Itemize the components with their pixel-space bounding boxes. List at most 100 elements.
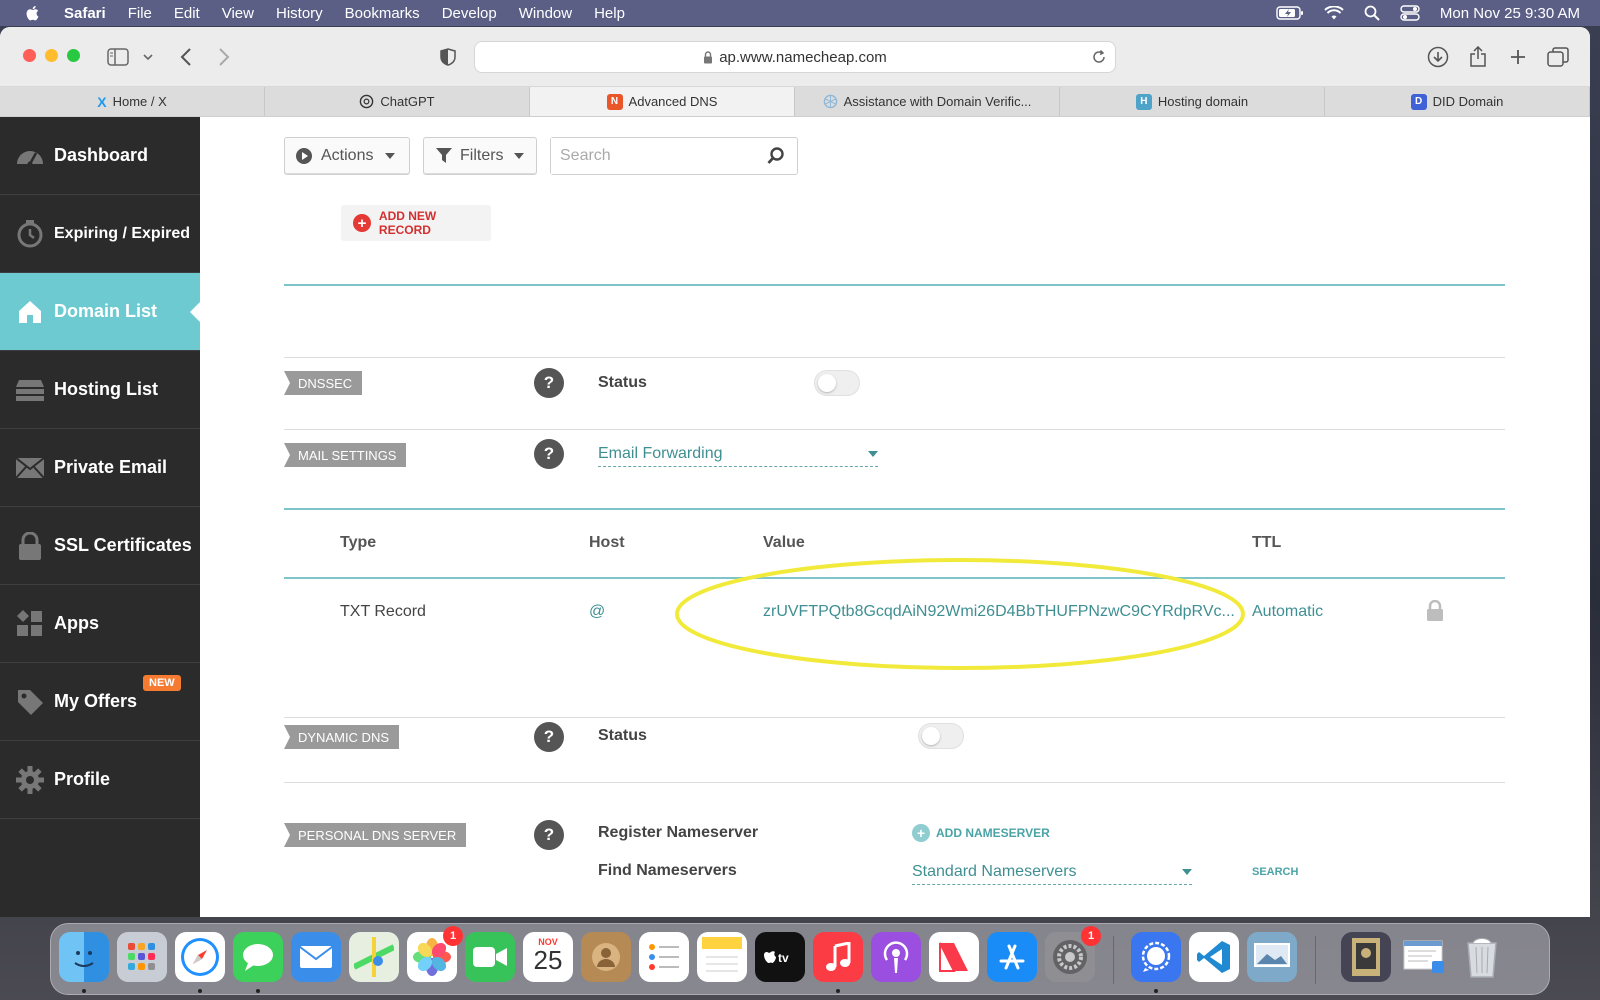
dnssec-help-icon[interactable]: ? — [534, 368, 564, 398]
system-settings-icon[interactable]: 1 — [1045, 926, 1101, 982]
menubar-clock[interactable]: Mon Nov 25 9:30 AM — [1440, 5, 1580, 22]
downloads-stack-icon[interactable] — [1341, 932, 1391, 982]
vscode-icon[interactable] — [1189, 932, 1239, 982]
safari-icon[interactable] — [175, 932, 225, 982]
window-controls — [23, 49, 80, 62]
record-host[interactable]: @ — [589, 603, 605, 621]
forward-icon[interactable] — [210, 43, 238, 71]
contacts-icon[interactable] — [581, 932, 631, 982]
messages-icon[interactable] — [233, 932, 283, 982]
menu-edit[interactable]: Edit — [174, 5, 200, 22]
tab-hosting-domain[interactable]: H Hosting domain — [1060, 87, 1325, 116]
dnssec-section-label[interactable]: DNSSEC — [284, 371, 363, 395]
privacy-shield-icon[interactable] — [434, 43, 462, 71]
search-icon[interactable] — [767, 147, 785, 165]
launchpad-icon[interactable] — [117, 932, 167, 982]
actions-dropdown[interactable]: Actions — [284, 137, 410, 175]
new-tab-icon[interactable] — [1504, 43, 1532, 71]
mail-settings-select[interactable]: Email Forwarding — [598, 441, 878, 467]
news-icon[interactable] — [929, 932, 979, 982]
menu-view[interactable]: View — [222, 5, 254, 22]
signal-icon[interactable] — [1131, 932, 1181, 982]
safari-window: ap.www.namecheap.com X Home / X ChatGPT … — [0, 27, 1590, 917]
divider — [284, 357, 1505, 358]
dynamic-dns-toggle[interactable] — [918, 723, 964, 749]
mail-settings-help-icon[interactable]: ? — [534, 439, 564, 469]
notes-icon[interactable] — [697, 932, 747, 982]
mail-icon[interactable] — [291, 932, 341, 982]
filters-dropdown[interactable]: Filters — [423, 137, 537, 175]
section-label-text: DYNAMIC DNS — [298, 729, 390, 745]
back-icon[interactable] — [172, 43, 200, 71]
tab-advanced-dns[interactable]: N Advanced DNS — [530, 87, 795, 116]
trash-icon[interactable] — [1457, 932, 1507, 982]
battery-icon[interactable] — [1276, 6, 1304, 20]
tab-home-x[interactable]: X Home / X — [0, 87, 265, 116]
dnssec-toggle[interactable] — [814, 370, 860, 396]
facetime-icon[interactable] — [465, 932, 515, 982]
tab-label: Home / X — [112, 94, 167, 109]
dock-separator — [1315, 936, 1316, 984]
record-ttl[interactable]: Automatic — [1252, 603, 1323, 621]
minimize-window-button[interactable] — [45, 49, 58, 62]
podcasts-icon[interactable] — [871, 932, 921, 982]
tab-did-domain[interactable]: D DID Domain — [1325, 87, 1590, 116]
namecheap-icon: N — [606, 93, 623, 110]
register-nameserver-label: Register Nameserver — [598, 824, 759, 841]
personal-dns-help-icon[interactable]: ? — [534, 820, 564, 850]
running-indicator — [1154, 989, 1158, 993]
add-nameserver-button[interactable]: + ADD NAMESERVER — [912, 824, 1050, 842]
menu-window[interactable]: Window — [519, 5, 572, 22]
find-nameservers-select[interactable]: Standard Nameservers — [912, 859, 1192, 885]
plus-circle-icon: + — [353, 214, 371, 232]
control-center-icon[interactable] — [1400, 5, 1420, 21]
zoom-window-button[interactable] — [67, 49, 80, 62]
menu-help[interactable]: Help — [594, 5, 625, 22]
menu-develop[interactable]: Develop — [442, 5, 497, 22]
apple-tv-icon[interactable]: tv — [755, 932, 805, 982]
reminders-icon[interactable] — [639, 932, 689, 982]
preview-icon[interactable] — [1247, 932, 1297, 982]
wifi-icon[interactable] — [1324, 5, 1344, 21]
column-header-ttl: TTL — [1252, 534, 1282, 551]
record-type: TXT Record — [340, 603, 426, 620]
tab-assistance-domain[interactable]: Assistance with Domain Verific... — [795, 87, 1060, 116]
search-input[interactable] — [551, 138, 751, 174]
sidebar-toggle-icon[interactable] — [104, 43, 132, 71]
personal-dns-section-label[interactable]: PERSONAL DNS SERVER — [284, 823, 467, 847]
tab-overview-icon[interactable] — [1544, 43, 1572, 71]
chevron-down-icon[interactable] — [134, 43, 162, 71]
dynamic-dns-section-label[interactable]: DYNAMIC DNS — [284, 725, 400, 749]
address-bar[interactable]: ap.www.namecheap.com — [474, 41, 1116, 73]
music-icon[interactable] — [813, 932, 863, 982]
tab-chatgpt[interactable]: ChatGPT — [265, 87, 530, 116]
running-indicator — [256, 989, 260, 993]
downloads-icon[interactable] — [1424, 43, 1452, 71]
record-lock-icon[interactable] — [1426, 600, 1444, 622]
add-new-record-button[interactable]: + ADD NEW RECORD — [341, 205, 491, 241]
maps-icon[interactable] — [349, 932, 399, 982]
app-store-icon[interactable] — [987, 932, 1037, 982]
caret-down-icon — [513, 153, 524, 159]
document-stack-icon[interactable] — [1399, 932, 1449, 982]
dynamic-dns-help-icon[interactable]: ? — [534, 722, 564, 752]
share-icon[interactable] — [1464, 43, 1492, 71]
menu-app-name[interactable]: Safari — [64, 5, 106, 22]
search-nameservers-button[interactable]: SEARCH — [1252, 866, 1298, 878]
reload-icon[interactable] — [1091, 49, 1107, 65]
menu-file[interactable]: File — [128, 5, 152, 22]
finder-icon[interactable] — [59, 932, 109, 982]
menu-bookmarks[interactable]: Bookmarks — [345, 5, 420, 22]
x-icon: X — [97, 93, 107, 110]
section-label-text: DNSSEC — [298, 375, 353, 391]
find-nameservers-label: Find Nameservers — [598, 862, 737, 879]
close-window-button[interactable] — [23, 49, 36, 62]
running-indicator — [82, 989, 86, 993]
menu-history[interactable]: History — [276, 5, 323, 22]
apple-icon[interactable] — [24, 4, 42, 22]
photos-icon[interactable]: 1 — [407, 926, 463, 982]
calendar-icon[interactable]: NOV 25 — [523, 932, 573, 982]
mail-settings-section-label[interactable]: MAIL SETTINGS — [284, 443, 407, 467]
calendar-day: 25 — [533, 945, 563, 975]
spotlight-search-icon[interactable] — [1364, 5, 1380, 21]
